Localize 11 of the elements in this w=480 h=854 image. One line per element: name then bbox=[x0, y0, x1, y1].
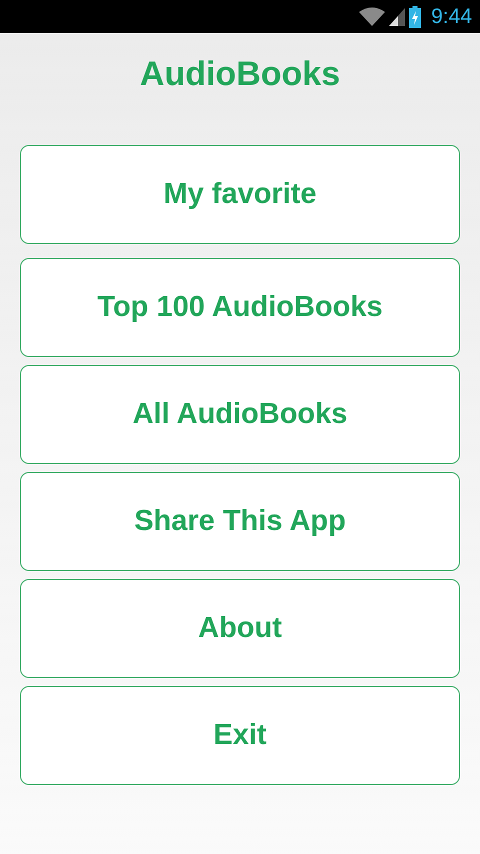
status-time: 9:44 bbox=[431, 4, 472, 28]
menu-button[interactable]: Top 100 AudioBooks bbox=[20, 258, 460, 357]
app-title: AudioBooks bbox=[140, 54, 340, 95]
menu-button[interactable]: Share This App bbox=[20, 472, 460, 571]
menu-button[interactable]: All AudioBooks bbox=[20, 365, 460, 464]
wifi-icon bbox=[359, 6, 386, 26]
menu-button[interactable]: My favorite bbox=[20, 145, 460, 244]
menu-button[interactable]: Exit bbox=[20, 686, 460, 785]
signal-icon bbox=[389, 8, 406, 26]
menu-button[interactable]: About bbox=[20, 579, 460, 678]
battery-icon bbox=[409, 6, 422, 28]
